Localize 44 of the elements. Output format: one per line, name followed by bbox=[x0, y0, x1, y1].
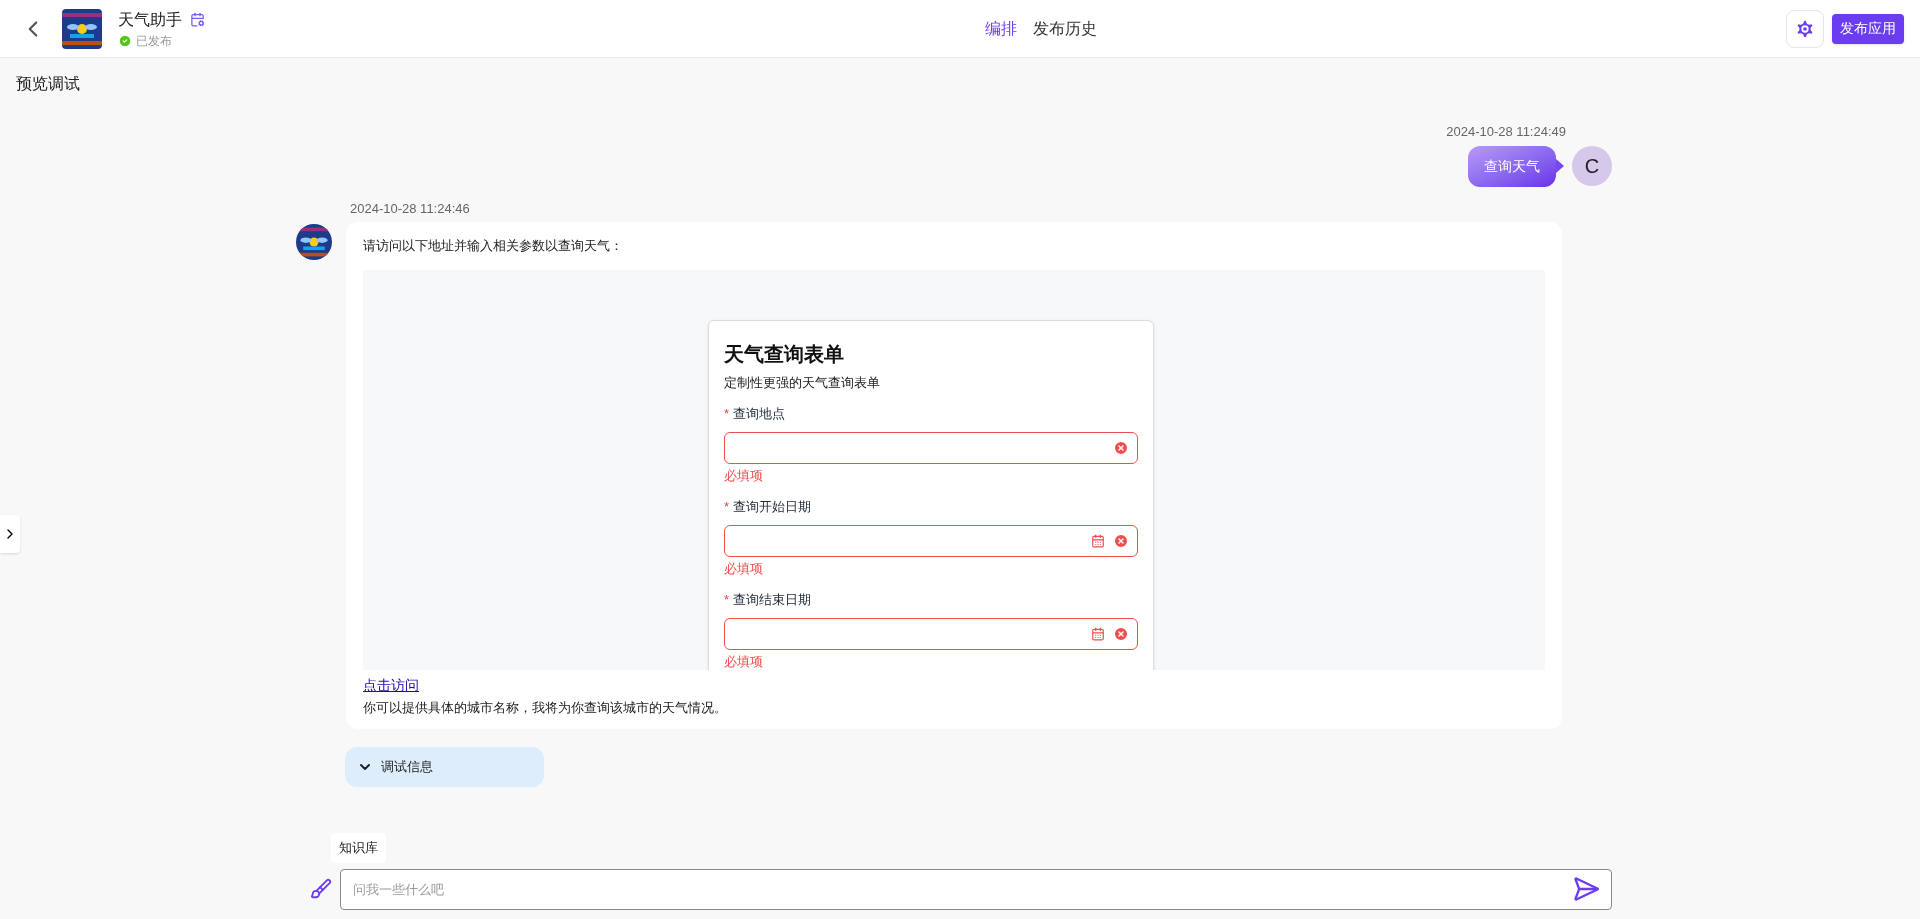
publish-button[interactable]: 发布应用 bbox=[1832, 13, 1904, 44]
required-mark: * bbox=[724, 591, 730, 609]
message-time: 2024-10-28 11:24:49 bbox=[1446, 123, 1566, 141]
visit-link[interactable]: 点击访问 bbox=[363, 674, 419, 696]
edit-schedule-icon[interactable] bbox=[190, 12, 205, 27]
debug-info-toggle[interactable]: 调试信息 bbox=[345, 747, 544, 787]
send-icon[interactable] bbox=[1572, 874, 1600, 903]
message-time: 2024-10-28 11:24:46 bbox=[350, 199, 471, 218]
knowledge-base-tag[interactable]: 知识库 bbox=[331, 833, 386, 863]
settings-icon bbox=[1794, 17, 1816, 40]
input-field[interactable] bbox=[724, 431, 1138, 464]
clear-icon[interactable] bbox=[1113, 625, 1129, 642]
panel-title: 预览调试 bbox=[15, 74, 81, 94]
message-text: 你可以提供具体的城市名称，我将为你查询该城市的天气情况。 bbox=[363, 698, 728, 717]
status-text: 已发布 bbox=[136, 32, 172, 50]
expand-sidebar-button[interactable] bbox=[0, 515, 20, 553]
settings-button[interactable] bbox=[1786, 9, 1824, 48]
app-name: 天气助手 bbox=[118, 9, 182, 30]
input-field[interactable] bbox=[724, 524, 1138, 557]
field-label: 查询地点 bbox=[733, 405, 786, 423]
error-text: 必填项 bbox=[724, 652, 764, 670]
input-field[interactable] bbox=[724, 617, 1138, 650]
nav-tab[interactable]: 编排 bbox=[984, 16, 1017, 41]
app-logo-icon bbox=[62, 8, 102, 49]
field-label: 查询开始日期 bbox=[733, 498, 812, 516]
app-logo-icon bbox=[296, 224, 332, 260]
calendar-icon[interactable] bbox=[1091, 533, 1105, 548]
clear-icon[interactable] bbox=[1113, 532, 1129, 549]
required-mark: * bbox=[724, 405, 730, 423]
clear-icon[interactable] bbox=[1113, 439, 1129, 456]
form-title: 天气查询表单 bbox=[724, 341, 845, 367]
field-label: 查询结束日期 bbox=[733, 591, 812, 609]
message-text: 请访问以下地址并输入相关参数以查询天气： bbox=[363, 237, 624, 255]
bubble-tail bbox=[1556, 159, 1564, 173]
calendar-icon[interactable] bbox=[1091, 626, 1105, 641]
error-text: 必填项 bbox=[724, 466, 764, 485]
user-message-bubble: 查询天气 bbox=[1468, 145, 1556, 187]
nav-tab[interactable]: 发布历史 bbox=[1032, 16, 1097, 41]
required-mark: * bbox=[724, 498, 730, 516]
user-avatar: C bbox=[1572, 146, 1612, 186]
brush-icon[interactable] bbox=[310, 878, 332, 900]
error-text: 必填项 bbox=[724, 559, 764, 578]
form-subtitle: 定制性更强的天气查询表单 bbox=[724, 373, 881, 392]
chat-input[interactable]: 问我一些什么吧 bbox=[340, 868, 1612, 910]
